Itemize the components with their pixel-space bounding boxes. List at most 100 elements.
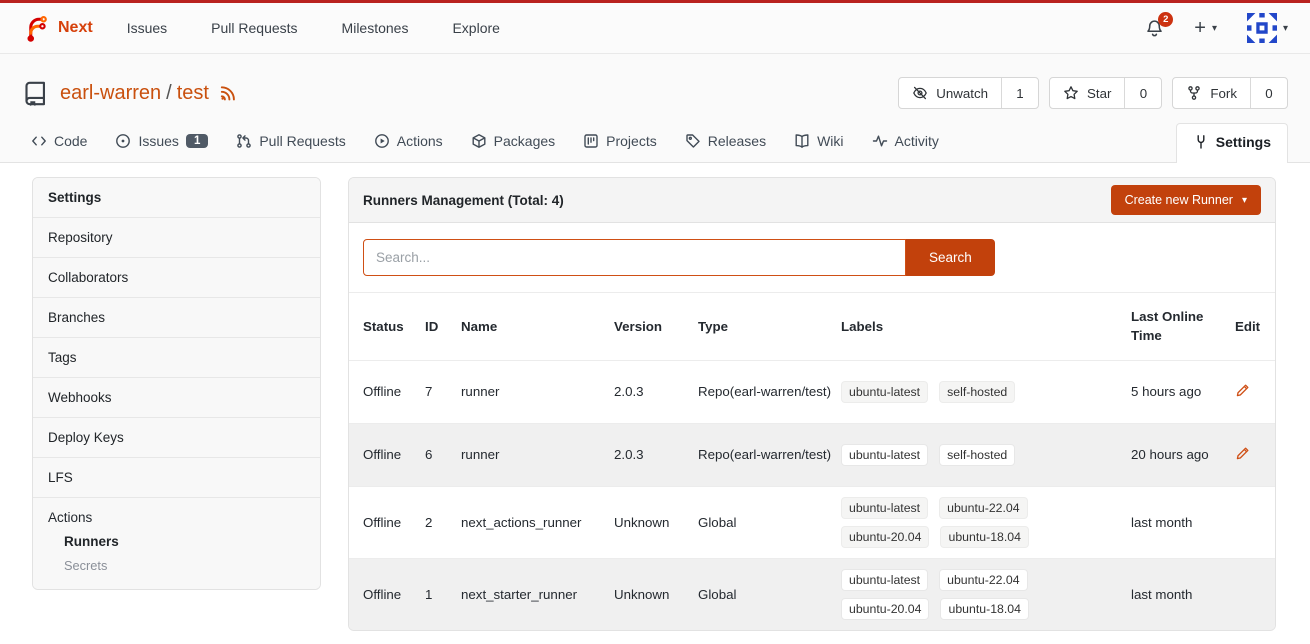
col-status: Status: [349, 293, 425, 360]
search-button[interactable]: Search: [906, 239, 995, 276]
col-name: Name: [461, 293, 614, 360]
runner-last-online: last month: [1131, 486, 1235, 558]
create-new-runner-button[interactable]: Create new Runner ▾: [1111, 185, 1261, 215]
sidebar-item-webhooks[interactable]: Webhooks: [33, 378, 320, 418]
tab-releases[interactable]: Releases: [676, 124, 775, 162]
tab-pull-requests[interactable]: Pull Requests: [227, 124, 354, 162]
table-row: Offline 2 next_actions_runner Unknown Gl…: [349, 486, 1275, 558]
tab-settings[interactable]: Settings: [1176, 123, 1288, 163]
nav-explore[interactable]: Explore: [452, 20, 499, 36]
label-badge: ubuntu-18.04: [940, 526, 1028, 548]
tab-wiki[interactable]: Wiki: [785, 124, 852, 162]
runner-status: Offline: [349, 423, 425, 486]
runner-id: 2: [425, 486, 461, 558]
page-content: Settings Repository Collaborators Branch…: [0, 163, 1310, 631]
label-badge: ubuntu-20.04: [841, 526, 929, 548]
tab-actions[interactable]: Actions: [365, 124, 452, 162]
edit-runner-button[interactable]: [1235, 446, 1250, 461]
runner-type: Repo(earl-warren/test): [698, 360, 841, 423]
sidebar-item-secrets[interactable]: Secrets: [48, 549, 305, 573]
user-menu-button[interactable]: ▾: [1247, 13, 1288, 43]
repo-owner-link[interactable]: earl-warren: [60, 82, 161, 105]
search-input[interactable]: [363, 239, 906, 276]
unwatch-label: Unwatch: [936, 86, 988, 101]
star-label: Star: [1087, 86, 1111, 101]
fork-label: Fork: [1210, 86, 1237, 101]
runner-version: Unknown: [614, 486, 698, 558]
tab-projects[interactable]: Projects: [574, 124, 666, 162]
project-board-icon: [583, 133, 599, 149]
runners-panel: Runners Management (Total: 4) Create new…: [348, 177, 1276, 631]
sidebar-section-actions: Actions Runners Secrets: [33, 498, 320, 589]
nav-pull-requests[interactable]: Pull Requests: [211, 20, 297, 36]
tab-packages[interactable]: Packages: [462, 124, 564, 162]
col-id: ID: [425, 293, 461, 360]
sidebar-item-branches[interactable]: Branches: [33, 298, 320, 338]
table-row: Offline 1 next_starter_runner Unknown Gl…: [349, 558, 1275, 630]
sidebar-item-tags[interactable]: Tags: [33, 338, 320, 378]
watchers-count[interactable]: 1: [1002, 78, 1038, 108]
watch-button-group: Unwatch 1: [898, 77, 1039, 109]
star-button-group: Star 0: [1049, 77, 1162, 109]
rss-icon[interactable]: [218, 84, 237, 103]
unwatch-button[interactable]: Unwatch: [899, 78, 1002, 108]
tab-label: Packages: [494, 133, 555, 149]
label-badge: ubuntu-18.04: [940, 598, 1028, 620]
main-navbar: Next Issues Pull Requests Milestones Exp…: [0, 3, 1310, 54]
forgejo-logo-icon: [22, 14, 50, 42]
edit-runner-button[interactable]: [1235, 383, 1250, 398]
table-row: Offline 7 runner 2.0.3 Repo(earl-warren/…: [349, 360, 1275, 423]
runner-version: 2.0.3: [614, 423, 698, 486]
pull-request-icon: [236, 133, 252, 149]
label-badge: ubuntu-latest: [841, 569, 928, 591]
tab-label: Settings: [1216, 134, 1271, 150]
tools-icon: [1193, 134, 1209, 150]
runner-id: 1: [425, 558, 461, 630]
search-row: Search: [349, 223, 1275, 293]
sidebar-item-actions[interactable]: Actions: [48, 510, 305, 525]
col-labels: Labels: [841, 293, 1131, 360]
tab-code[interactable]: Code: [22, 124, 96, 162]
repo-tabbar: Code Issues 1 Pull Requests Actions: [22, 122, 1288, 162]
runner-name: next_starter_runner: [461, 558, 614, 630]
tab-label: Actions: [397, 133, 443, 149]
sidebar-item-lfs[interactable]: LFS: [33, 458, 320, 498]
label-badge: ubuntu-22.04: [939, 569, 1027, 591]
label-badge: ubuntu-22.04: [939, 497, 1027, 519]
tab-label: Wiki: [817, 133, 843, 149]
star-button[interactable]: Star: [1050, 78, 1125, 108]
nav-milestones[interactable]: Milestones: [342, 20, 409, 36]
sidebar-item-repository[interactable]: Repository: [33, 218, 320, 258]
tab-issues[interactable]: Issues 1: [106, 124, 217, 162]
runner-type: Global: [698, 486, 841, 558]
tab-activity[interactable]: Activity: [863, 124, 948, 162]
repo-header: earl-warren / test Unwatch 1: [0, 54, 1310, 163]
col-edit: Edit: [1235, 293, 1275, 360]
star-icon: [1063, 85, 1079, 101]
runner-id: 7: [425, 360, 461, 423]
forks-count[interactable]: 0: [1251, 78, 1287, 108]
nav-issues[interactable]: Issues: [127, 20, 167, 36]
pulse-icon: [872, 133, 888, 149]
sidebar-item-collaborators[interactable]: Collaborators: [33, 258, 320, 298]
sidebar-item-runners[interactable]: Runners: [48, 525, 305, 549]
chevron-down-icon: ▾: [1212, 23, 1217, 34]
sidebar-item-deploy-keys[interactable]: Deploy Keys: [33, 418, 320, 458]
fork-button-group: Fork 0: [1172, 77, 1288, 109]
runner-labels: ubuntu-latest ubuntu-22.04 ubuntu-20.04 …: [841, 569, 1046, 620]
create-menu-button[interactable]: + ▾: [1194, 18, 1217, 38]
notifications-button[interactable]: 2: [1145, 19, 1164, 38]
plus-icon: +: [1194, 18, 1206, 38]
label-badge: self-hosted: [939, 444, 1015, 466]
panel-title: Runners Management (Total: 4): [363, 193, 564, 208]
tab-label: Pull Requests: [259, 133, 345, 149]
runner-labels: ubuntu-latest self-hosted: [841, 444, 1046, 466]
brand-name: Next: [58, 19, 93, 37]
runner-last-online: last month: [1131, 558, 1235, 630]
home-link[interactable]: Next: [22, 14, 93, 42]
tab-label: Issues: [138, 133, 178, 149]
repo-name-link[interactable]: test: [177, 82, 209, 105]
stars-count[interactable]: 0: [1125, 78, 1161, 108]
table-header-row: Status ID Name Version Type Labels Last …: [349, 293, 1275, 360]
fork-button[interactable]: Fork: [1173, 78, 1251, 108]
